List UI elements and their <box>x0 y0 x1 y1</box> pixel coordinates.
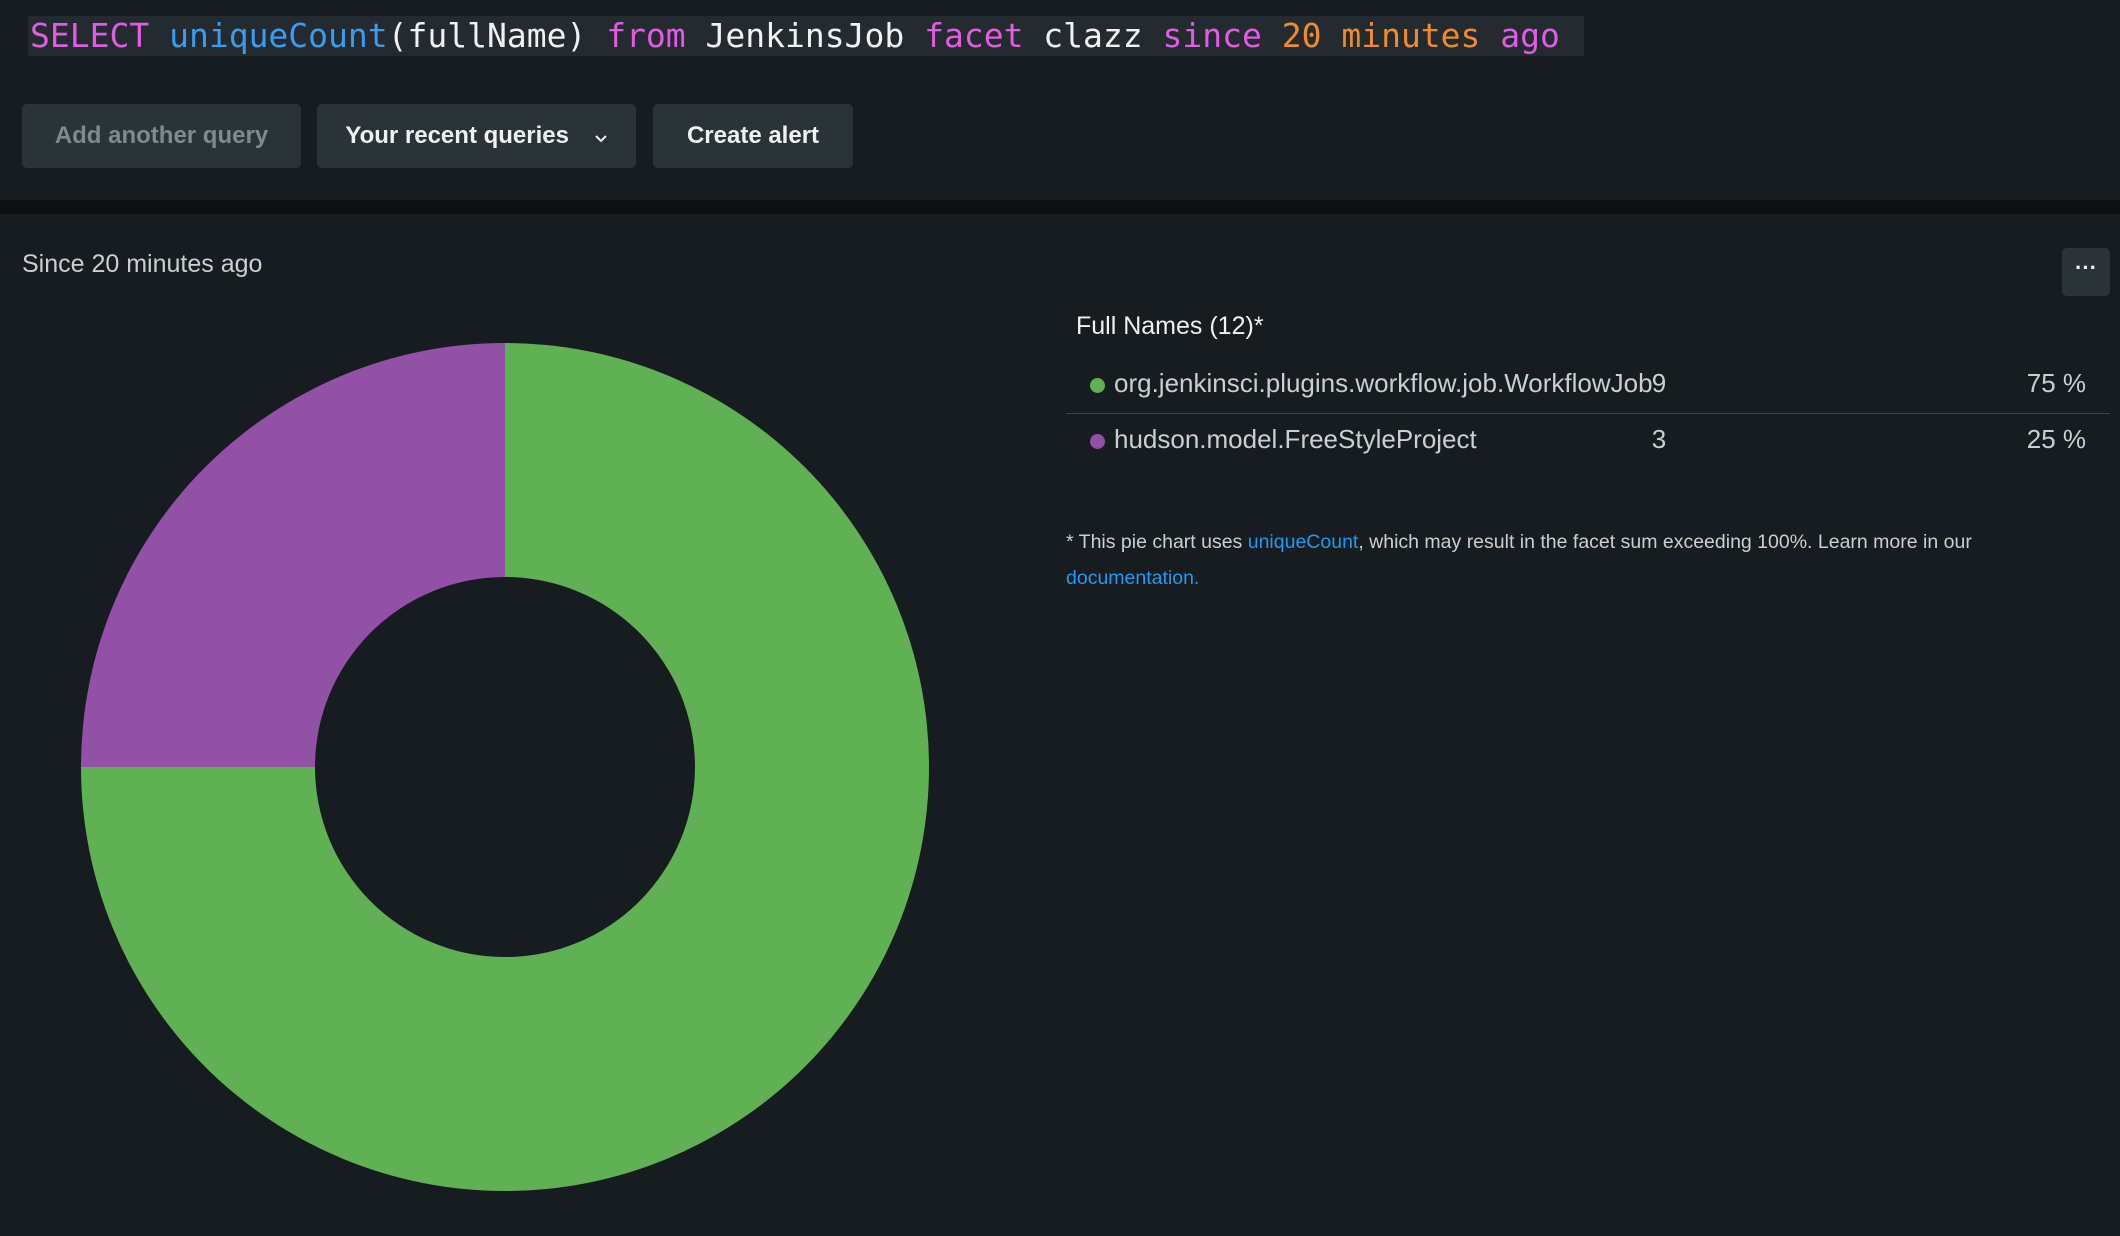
legend-count-0: 9 <box>1651 368 1667 398</box>
query-token-plain: (fullName) <box>387 16 607 55</box>
legend-label-0: org.jenkinsci.plugins.workflow.job.Workf… <box>1114 368 1653 398</box>
create-alert-button[interactable]: Create alert <box>653 104 853 168</box>
query-token-plain <box>149 16 169 55</box>
recent-queries-dropdown[interactable]: Your recent queries <box>317 104 636 168</box>
query-panel: SELECT uniqueCount(fullName) from Jenkin… <box>0 0 2120 200</box>
query-token-kw: ago <box>1500 16 1560 55</box>
legend-percent-1: 25 % <box>2026 424 2086 454</box>
uniquecount-link[interactable]: uniqueCount <box>1248 531 1359 553</box>
query-token-kw: SELECT <box>30 16 150 55</box>
panel-divider <box>0 200 2120 214</box>
legend-count-1: 3 <box>1651 424 1667 454</box>
legend-dot-1 <box>1090 434 1105 449</box>
legend-percent-0: 75 % <box>2026 368 2086 398</box>
legend-row[interactable]: hudson.model.FreeStyleProject 3 25 % <box>1066 412 2110 468</box>
query-token-plain: clazz <box>1023 16 1163 55</box>
query-token-kw: facet <box>924 16 1024 55</box>
ellipsis-icon: ··· <box>2075 255 2097 280</box>
more-options-button[interactable]: ··· <box>2062 248 2110 296</box>
chart-footnote: * This pie chart uses uniqueCount, which… <box>1066 524 2086 596</box>
query-token-plain <box>1262 16 1282 55</box>
query-token-num: 20 minutes <box>1281 16 1481 55</box>
chevron-down-icon <box>594 105 608 169</box>
add-another-query-button[interactable]: Add another query <box>22 104 301 168</box>
query-token-plain: JenkinsJob <box>685 16 925 55</box>
legend-label-1: hudson.model.FreeStyleProject <box>1114 424 1477 454</box>
query-editor[interactable]: SELECT uniqueCount(fullName) from Jenkin… <box>28 16 1584 56</box>
query-token-kw: since <box>1162 16 1262 55</box>
create-alert-label: Create alert <box>686 122 820 149</box>
legend-row[interactable]: org.jenkinsci.plugins.workflow.job.Workf… <box>1066 356 2110 412</box>
query-token-fn: uniqueCount <box>169 16 388 55</box>
footnote-middle: , which may result in the facet sum exce… <box>1358 531 1972 553</box>
donut-chart <box>81 343 929 1191</box>
pie-slice-1[interactable] <box>81 343 505 767</box>
documentation-link[interactable]: documentation. <box>1066 567 1199 589</box>
legend-dot-0 <box>1090 378 1105 393</box>
add-another-query-label: Add another query <box>54 122 269 149</box>
legend-title: Full Names (12)* <box>1076 312 1264 340</box>
recent-queries-label: Your recent queries <box>345 122 569 149</box>
chart-panel: Since 20 minutes ago ··· Full Names (12)… <box>0 214 2120 1236</box>
query-token-kw: from <box>606 16 686 55</box>
footnote-prefix: * This pie chart uses <box>1066 531 1248 553</box>
query-token-plain <box>1480 16 1500 55</box>
